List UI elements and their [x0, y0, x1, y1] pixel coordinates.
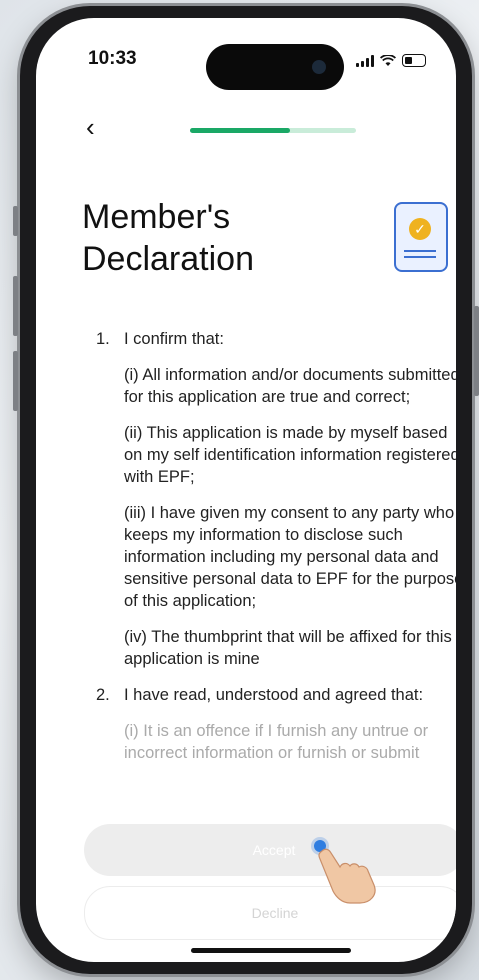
battery-icon — [402, 54, 426, 67]
sub-clause: (i) All information and/or documents sub… — [124, 366, 456, 406]
step-progress-bar — [190, 128, 356, 133]
item-heading: I confirm that: — [124, 330, 224, 348]
back-button[interactable]: ‹ — [86, 114, 95, 140]
doc-line — [404, 250, 436, 252]
doc-line — [404, 256, 436, 258]
status-time: 10:33 — [88, 48, 137, 69]
status-indicators — [356, 54, 426, 67]
item-number: 2. — [96, 686, 110, 704]
accept-button[interactable]: Accept — [84, 824, 456, 876]
pointing-hand-icon — [318, 848, 376, 904]
page-title: Member's Declaration — [82, 196, 342, 280]
app-screen: 10:33 ‹ Member's Declaration ✓ 1. I conf… — [36, 18, 456, 962]
phone-frame: 10:33 ‹ Member's Declaration ✓ 1. I conf… — [13, 6, 479, 974]
item-heading: I have read, understood and agreed that: — [124, 686, 424, 704]
home-indicator[interactable] — [191, 948, 351, 953]
page-title-line1: Member's — [82, 198, 231, 236]
power-button — [474, 306, 479, 396]
declaration-list: 1. I confirm that: (i) All information a… — [96, 328, 456, 778]
declaration-item: 2. I have read, understood and agreed th… — [96, 684, 456, 764]
sub-clause: (iii) I have given my consent to any par… — [124, 504, 456, 610]
page-title-line2: Declaration — [82, 240, 254, 278]
decline-button[interactable]: Decline — [84, 886, 456, 940]
volume-up-button — [13, 276, 18, 336]
sub-clause: (ii) This application is made by myself … — [124, 424, 456, 486]
item-number: 1. — [96, 330, 110, 348]
signal-bars-icon — [356, 54, 374, 67]
step-progress-fill — [190, 128, 290, 133]
dynamic-island — [206, 44, 344, 90]
item-body: I confirm that: (i) All information and/… — [124, 328, 456, 670]
item-body: I have read, understood and agreed that:… — [124, 684, 456, 764]
document-check-icon: ✓ — [394, 202, 448, 272]
wifi-icon — [380, 54, 396, 66]
camera-icon — [312, 60, 326, 74]
checkmark-icon: ✓ — [409, 218, 431, 240]
action-button — [13, 206, 18, 236]
sub-clause: (iv) The thumbprint that will be affixed… — [124, 628, 452, 668]
volume-down-button — [13, 351, 18, 411]
declaration-item: 1. I confirm that: (i) All information a… — [96, 328, 456, 670]
